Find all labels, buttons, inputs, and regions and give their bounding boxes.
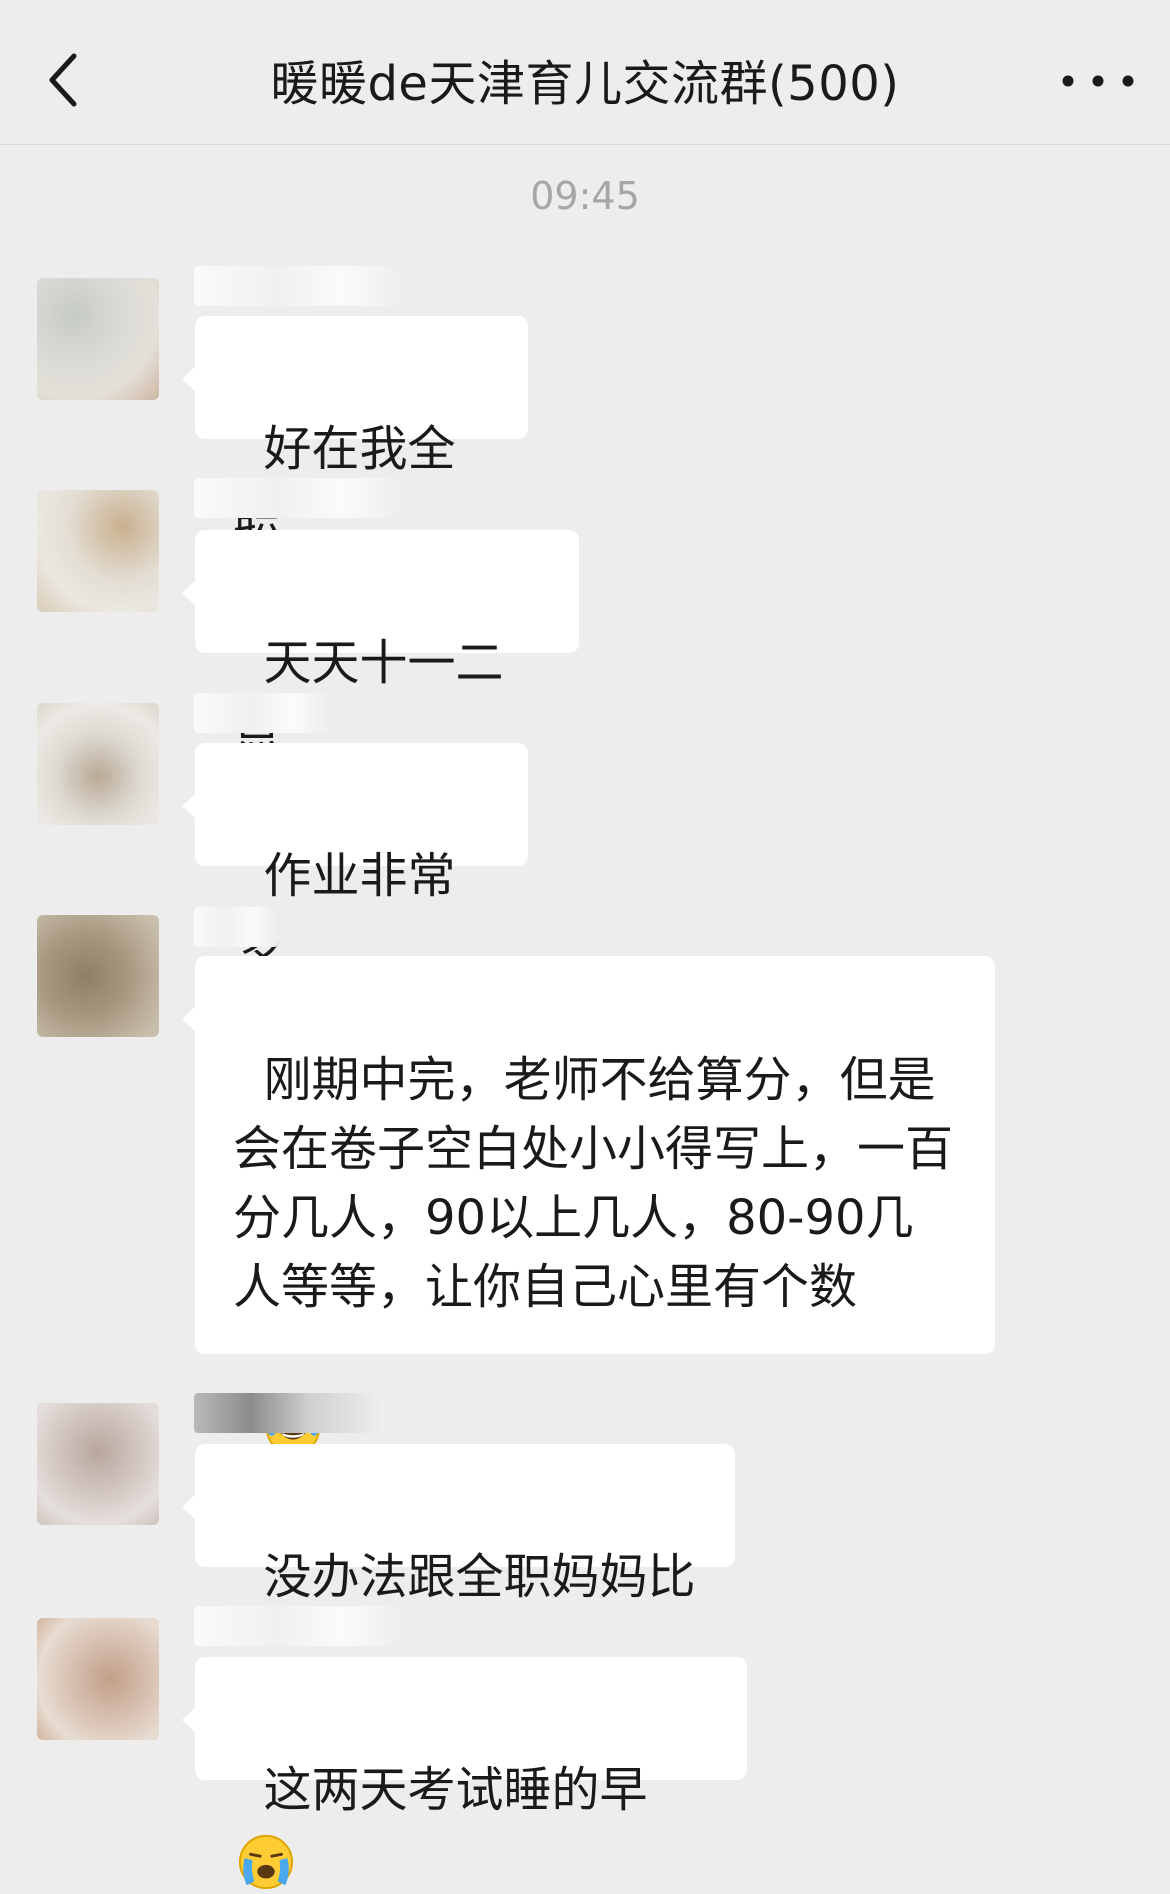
message-bubble[interactable]: 天天十一二点: [182, 530, 579, 760]
nav-bar: 暖暖de天津育儿交流群(500): [0, 0, 1170, 145]
chat-title: 暖暖de天津育儿交流群(500): [270, 56, 900, 112]
sender-name-blurred: [194, 907, 278, 947]
sender-name-blurred: [194, 1606, 406, 1646]
message-bubble[interactable]: 没办法跟全职妈妈比: [182, 1444, 735, 1605]
more-button[interactable]: [1056, 66, 1140, 96]
sender-name-blurred: [194, 266, 406, 306]
avatar[interactable]: [37, 278, 159, 400]
loudly-crying-face-icon: [238, 1834, 294, 1890]
message-bubble[interactable]: 刚期中完，老师不给算分，但是会在卷子空白处小小得写上，一百分几人，90以上几人，…: [182, 956, 995, 1456]
message-timestamp: 09:45: [530, 174, 640, 218]
message-bubble[interactable]: 作业非常多: [182, 743, 528, 973]
avatar[interactable]: [37, 1618, 159, 1740]
message-text: 没办法跟全职妈妈比: [263, 1549, 696, 1605]
message-bubble[interactable]: 这两天考试睡的早: [182, 1657, 747, 1890]
avatar[interactable]: [37, 703, 159, 825]
avatar[interactable]: [37, 1403, 159, 1525]
sender-name-blurred: [194, 1393, 384, 1433]
message-bubble[interactable]: 好在我全职: [182, 316, 528, 546]
message-text: 这两天考试睡的早: [263, 1762, 648, 1818]
message-text: 刚期中完，老师不给算分，但是会在卷子空白处小小得写上，一百分几人，90以上几人，…: [233, 1052, 954, 1315]
sender-name-blurred: [194, 693, 334, 733]
avatar[interactable]: [37, 915, 159, 1037]
more-dots-icon: [1062, 75, 1134, 87]
avatar[interactable]: [37, 490, 159, 612]
sender-name-blurred: [194, 478, 406, 518]
